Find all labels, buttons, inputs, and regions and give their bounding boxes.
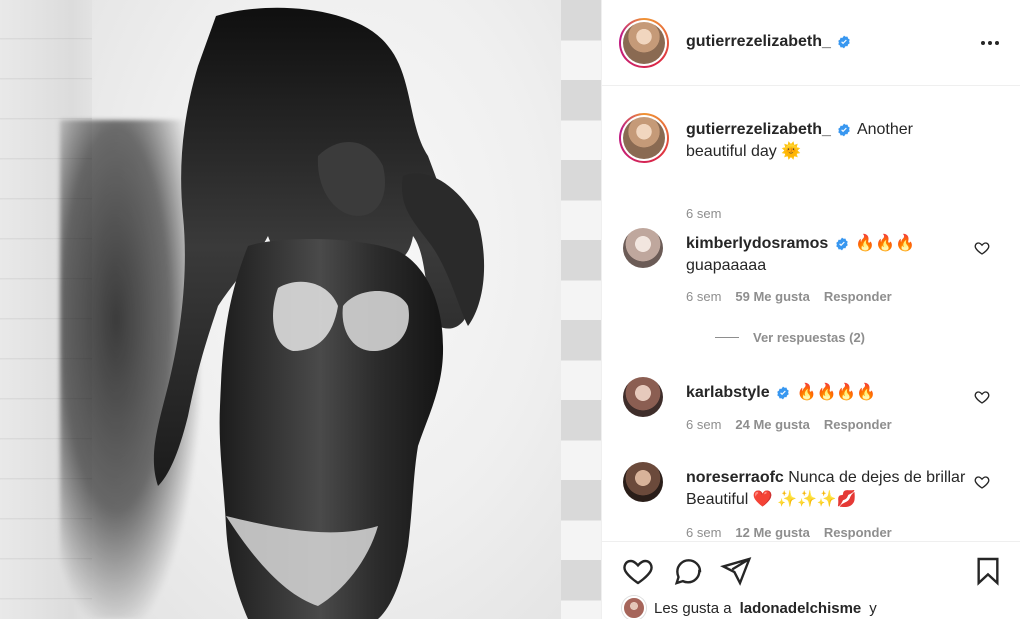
author-avatar[interactable] bbox=[619, 18, 669, 68]
comment-time[interactable]: 6 sem bbox=[686, 417, 721, 432]
comment-time[interactable]: 6 sem bbox=[686, 525, 721, 540]
like-heart-icon[interactable] bbox=[622, 555, 654, 587]
author-username[interactable]: gutierrezelizabeth_ bbox=[686, 33, 851, 51]
comment-username[interactable]: kimberlydosramos bbox=[686, 235, 828, 252]
post-actions bbox=[602, 541, 1020, 603]
heart-icon[interactable] bbox=[974, 389, 990, 405]
view-replies-button[interactable]: Ver respuestas (2) bbox=[715, 330, 865, 345]
more-dots-icon bbox=[981, 41, 999, 45]
comment-text: noreserraofc Nunca de dejes de brillar B… bbox=[686, 467, 966, 511]
comment-text: kimberlydosramos 🔥🔥🔥 guapaaaaa bbox=[686, 233, 966, 277]
caption-text: gutierrezelizabeth_ Another beautiful da… bbox=[686, 119, 976, 163]
comment-likes[interactable]: 12 Me gusta bbox=[735, 525, 809, 540]
reply-button[interactable]: Responder bbox=[824, 525, 892, 540]
likes-suffix: y bbox=[869, 599, 877, 617]
heart-icon[interactable] bbox=[974, 474, 990, 490]
comment-avatar[interactable] bbox=[623, 228, 663, 268]
comment-meta: 6 sem 59 Me gusta Responder bbox=[686, 289, 892, 304]
liker-avatar[interactable] bbox=[622, 596, 646, 619]
caption-avatar-image bbox=[623, 117, 665, 159]
caption-time[interactable]: 6 sem bbox=[686, 206, 721, 221]
comments-list[interactable]: gutierrezelizabeth_ Another beautiful da… bbox=[602, 86, 1020, 541]
verified-badge-icon bbox=[838, 35, 850, 49]
caption-avatar[interactable] bbox=[619, 113, 669, 163]
comment-avatar[interactable] bbox=[623, 377, 663, 417]
photo-right-slats bbox=[561, 0, 601, 619]
author-username-text[interactable]: gutierrezelizabeth_ bbox=[686, 33, 831, 51]
verified-badge-icon bbox=[836, 237, 848, 251]
comment-meta: 6 sem 24 Me gusta Responder bbox=[686, 417, 892, 432]
share-icon[interactable] bbox=[720, 555, 752, 587]
more-options-button[interactable] bbox=[979, 32, 1001, 54]
verified-badge-icon bbox=[838, 123, 851, 137]
comment-username[interactable]: karlabstyle bbox=[686, 384, 770, 401]
comment-body: 🔥🔥🔥🔥 bbox=[796, 384, 877, 401]
comment-avatar[interactable] bbox=[623, 462, 663, 502]
comment-likes[interactable]: 59 Me gusta bbox=[735, 289, 809, 304]
reply-button[interactable]: Responder bbox=[824, 289, 892, 304]
post-photo[interactable] bbox=[0, 0, 601, 619]
bookmark-icon[interactable] bbox=[972, 555, 1004, 587]
comment-username[interactable]: noreserraofc bbox=[686, 469, 784, 486]
comment-meta: 6 sem 12 Me gusta Responder bbox=[686, 525, 892, 540]
caption-emoji: 🌞 bbox=[781, 143, 802, 160]
comment-text: karlabstyle 🔥🔥🔥🔥 bbox=[686, 382, 966, 404]
view-replies-label[interactable]: Ver respuestas (2) bbox=[753, 330, 865, 345]
heart-icon[interactable] bbox=[974, 240, 990, 256]
likes-username[interactable]: ladonadelchisme bbox=[740, 600, 862, 617]
replies-divider bbox=[715, 337, 739, 338]
comment-likes[interactable]: 24 Me gusta bbox=[735, 417, 809, 432]
author-avatar-image bbox=[623, 22, 665, 64]
likes-summary: Les gusta a ladonadelchisme y bbox=[622, 596, 877, 619]
reply-button[interactable]: Responder bbox=[824, 417, 892, 432]
likes-prefix: Les gusta a bbox=[654, 599, 732, 617]
comment-icon[interactable] bbox=[672, 555, 704, 587]
caption-username[interactable]: gutierrezelizabeth_ bbox=[686, 121, 831, 138]
verified-badge-icon bbox=[777, 386, 789, 400]
comment-time[interactable]: 6 sem bbox=[686, 289, 721, 304]
post-header: gutierrezelizabeth_ bbox=[602, 0, 1020, 86]
photo-person-figure bbox=[153, 7, 485, 619]
post-sidebar: gutierrezelizabeth_ gutierrezelizabeth_ … bbox=[601, 0, 1020, 619]
